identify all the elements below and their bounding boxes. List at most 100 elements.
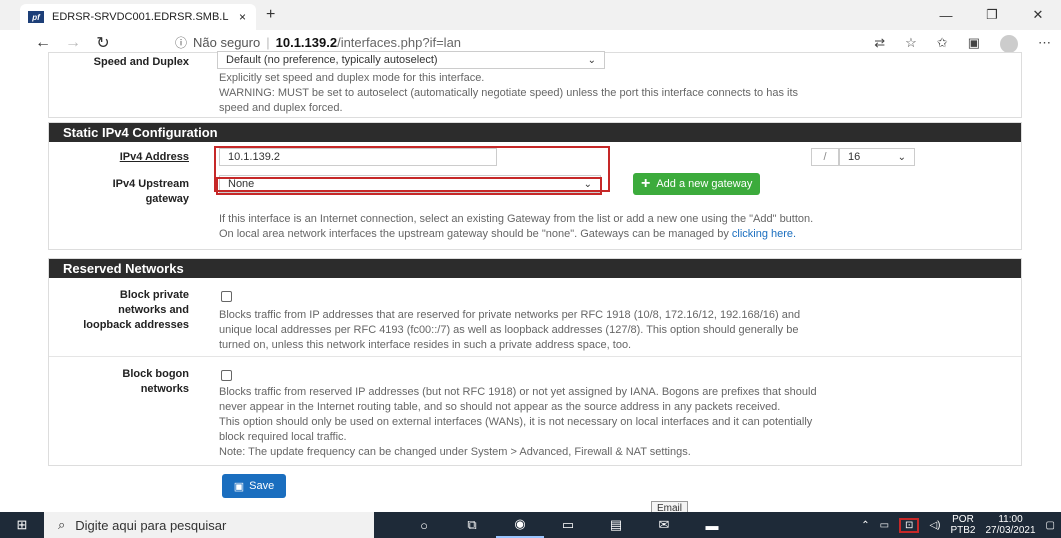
- chevron-down-icon: ⌄: [587, 55, 596, 66]
- back-arrow-icon[interactable]: ←: [28, 34, 58, 52]
- browser-toolbar: ⇄ ☆ ✩ ▣ ⋯: [874, 35, 1051, 53]
- refresh-icon[interactable]: ↻: [88, 33, 118, 53]
- clock[interactable]: 11:00 27/03/2021: [985, 514, 1035, 536]
- favorites-list-icon[interactable]: ✩: [937, 35, 948, 53]
- tab-bar: pf EDRSR-SRVDC001.EDRSR.SMB.L × + — ❐ ✕: [0, 0, 1061, 30]
- windows-start-icon[interactable]: ⊞: [0, 512, 44, 538]
- chevron-up-icon[interactable]: ⌃: [861, 520, 869, 531]
- speed-duplex-help-line: speed and duplex forced.: [219, 102, 343, 114]
- clock-time: 11:00: [998, 514, 1023, 525]
- keyboard-layout: PTB2: [950, 525, 976, 536]
- speed-duplex-value: Default (no preference, typically autose…: [226, 54, 438, 66]
- notifications-icon[interactable]: ▢: [1046, 520, 1055, 531]
- ipv4-address-label: IPv4 Address: [49, 150, 189, 165]
- speed-duplex-panel: Speed and Duplex Default (no preference,…: [48, 51, 1022, 118]
- block-bogon-label-line: Block bogon: [122, 368, 189, 380]
- url-field[interactable]: ⓘ Não seguro | 10.1.139.2/interfaces.php…: [175, 34, 461, 51]
- taskbar-search-placeholder: Digite aqui para pesquisar: [75, 517, 227, 533]
- pfsense-favicon-icon: pf: [28, 11, 44, 23]
- block-private-help-line: unique local addresses per RFC 4193 (fc0…: [219, 324, 799, 336]
- highlight-box: [216, 177, 602, 195]
- tab-title: EDRSR-SRVDC001.EDRSR.SMB.L: [52, 11, 229, 23]
- block-bogon-help-line: Blocks traffic from reserved IP addresse…: [219, 386, 817, 398]
- url-host: 10.1.139.2: [275, 35, 338, 50]
- speed-duplex-label: Speed and Duplex: [93, 56, 189, 68]
- static-ipv4-heading: Static IPv4 Configuration: [49, 123, 1021, 142]
- floppy-disk-icon: ▣: [233, 480, 245, 493]
- window-controls: — ❐ ✕: [923, 0, 1061, 30]
- block-bogon-help-line: This option should only be used on exter…: [219, 416, 813, 428]
- collections-icon[interactable]: ▣: [968, 35, 980, 53]
- volume-icon[interactable]: ◁): [929, 520, 940, 531]
- forward-arrow-icon[interactable]: →: [58, 34, 88, 52]
- add-gateway-button[interactable]: + Add a new gateway: [633, 173, 761, 195]
- edge-browser-icon[interactable]: ◉: [496, 512, 544, 538]
- block-private-label: Block private networks and loopback addr…: [49, 288, 189, 333]
- maximize-button[interactable]: ❐: [969, 0, 1015, 30]
- block-private-help-line: Blocks traffic from IP addresses that ar…: [219, 309, 801, 321]
- gateways-link[interactable]: clicking here.: [732, 228, 796, 240]
- minimize-button[interactable]: —: [923, 0, 969, 30]
- ipv4-upstream-help-line: On local area network interfaces the ups…: [219, 228, 729, 240]
- language-indicator[interactable]: POR PTB2: [950, 514, 975, 536]
- block-private-checkbox[interactable]: [221, 291, 232, 302]
- ipv4-upstream-label-line: gateway: [145, 193, 189, 205]
- add-gateway-label: Add a new gateway: [656, 178, 753, 190]
- speed-duplex-help-line: WARNING: MUST be set to autoselect (auto…: [219, 87, 798, 99]
- block-bogon-help-line: never appear in the Internet routing tab…: [219, 401, 781, 413]
- taskbar-search[interactable]: ⌕ Digite aqui para pesquisar: [44, 512, 374, 538]
- translate-icon[interactable]: ⇄: [874, 35, 885, 53]
- speed-duplex-help: Explicitly set speed and duplex mode for…: [219, 71, 798, 116]
- block-bogon-help-line: Note: The update frequency can be change…: [219, 446, 691, 458]
- store-icon[interactable]: ▤: [592, 512, 640, 538]
- search-icon: ⌕: [58, 517, 66, 532]
- speed-duplex-select[interactable]: Default (no preference, typically autose…: [217, 51, 605, 69]
- windows-taskbar: ⊞ ⌕ Digite aqui para pesquisar ○ ⧉ ◉ ▭ ▤…: [0, 512, 1061, 538]
- new-tab-button[interactable]: +: [266, 6, 275, 24]
- ipv4-upstream-label: IPv4 Upstream gateway: [49, 177, 189, 207]
- block-bogon-checkbox[interactable]: [221, 370, 232, 381]
- task-view-icon[interactable]: ⧉: [448, 512, 496, 538]
- battery-icon[interactable]: ▭: [880, 520, 889, 531]
- block-bogon-help: Blocks traffic from reserved IP addresse…: [219, 385, 817, 460]
- save-button[interactable]: ▣ Save: [222, 474, 286, 498]
- cortana-icon[interactable]: ○: [400, 512, 448, 538]
- favorite-star-icon[interactable]: ☆: [905, 35, 917, 53]
- browser-tab[interactable]: pf EDRSR-SRVDC001.EDRSR.SMB.L ×: [20, 4, 256, 30]
- block-bogon-row: Block bogon networks Blocks traffic from…: [49, 356, 1021, 466]
- close-window-button[interactable]: ✕: [1015, 0, 1061, 30]
- url-separator: |: [266, 35, 270, 50]
- ipv4-upstream-help: If this interface is an Internet connect…: [219, 212, 813, 242]
- system-tray: ⌃ ▭ ⊡ ◁) POR PTB2 11:00 27/03/2021 ▢: [861, 512, 1055, 538]
- cidr-slash: /: [811, 148, 839, 166]
- speed-duplex-help-line: Explicitly set speed and duplex mode for…: [219, 72, 485, 84]
- ipv4-upstream-label-line: IPv4 Upstream: [112, 178, 189, 190]
- chevron-down-icon: ⌄: [897, 152, 906, 163]
- browser-chrome: pf EDRSR-SRVDC001.EDRSR.SMB.L × + — ❐ ✕ …: [0, 0, 1061, 56]
- terminal-icon[interactable]: ▬: [688, 512, 736, 538]
- clock-date: 27/03/2021: [985, 525, 1036, 536]
- info-icon[interactable]: ⓘ: [175, 34, 187, 51]
- url-path: /interfaces.php?if=lan: [337, 35, 462, 50]
- reserved-networks-heading: Reserved Networks: [49, 259, 1021, 278]
- ipv4-cidr-select[interactable]: 16 ⌄: [839, 148, 915, 166]
- block-private-row: Block private networks and loopback addr…: [49, 278, 1021, 356]
- language-code: POR: [952, 514, 974, 525]
- mail-icon[interactable]: ✉: [640, 512, 688, 538]
- page-content: Speed and Duplex Default (no preference,…: [0, 51, 1061, 516]
- more-menu-icon[interactable]: ⋯: [1038, 35, 1051, 53]
- profile-avatar[interactable]: [1000, 35, 1018, 53]
- block-private-help: Blocks traffic from IP addresses that ar…: [219, 308, 800, 353]
- ipv4-cidr-value: 16: [848, 151, 861, 163]
- block-bogon-label-line: networks: [140, 383, 189, 395]
- save-label: Save: [249, 480, 275, 492]
- network-icon[interactable]: ⊡: [899, 517, 920, 533]
- tab-close-icon[interactable]: ×: [239, 10, 246, 24]
- security-status: Não seguro: [193, 35, 261, 50]
- file-explorer-icon[interactable]: ▭: [544, 512, 592, 538]
- ipv4-upstream-help-line: If this interface is an Internet connect…: [219, 213, 814, 225]
- block-private-label-line: networks and: [118, 304, 189, 316]
- block-private-help-line: turned on, unless this network interface…: [219, 339, 632, 351]
- ipv4-address-label-text: IPv4 Address: [119, 151, 189, 163]
- reserved-networks-panel: Reserved Networks Block private networks…: [48, 258, 1022, 466]
